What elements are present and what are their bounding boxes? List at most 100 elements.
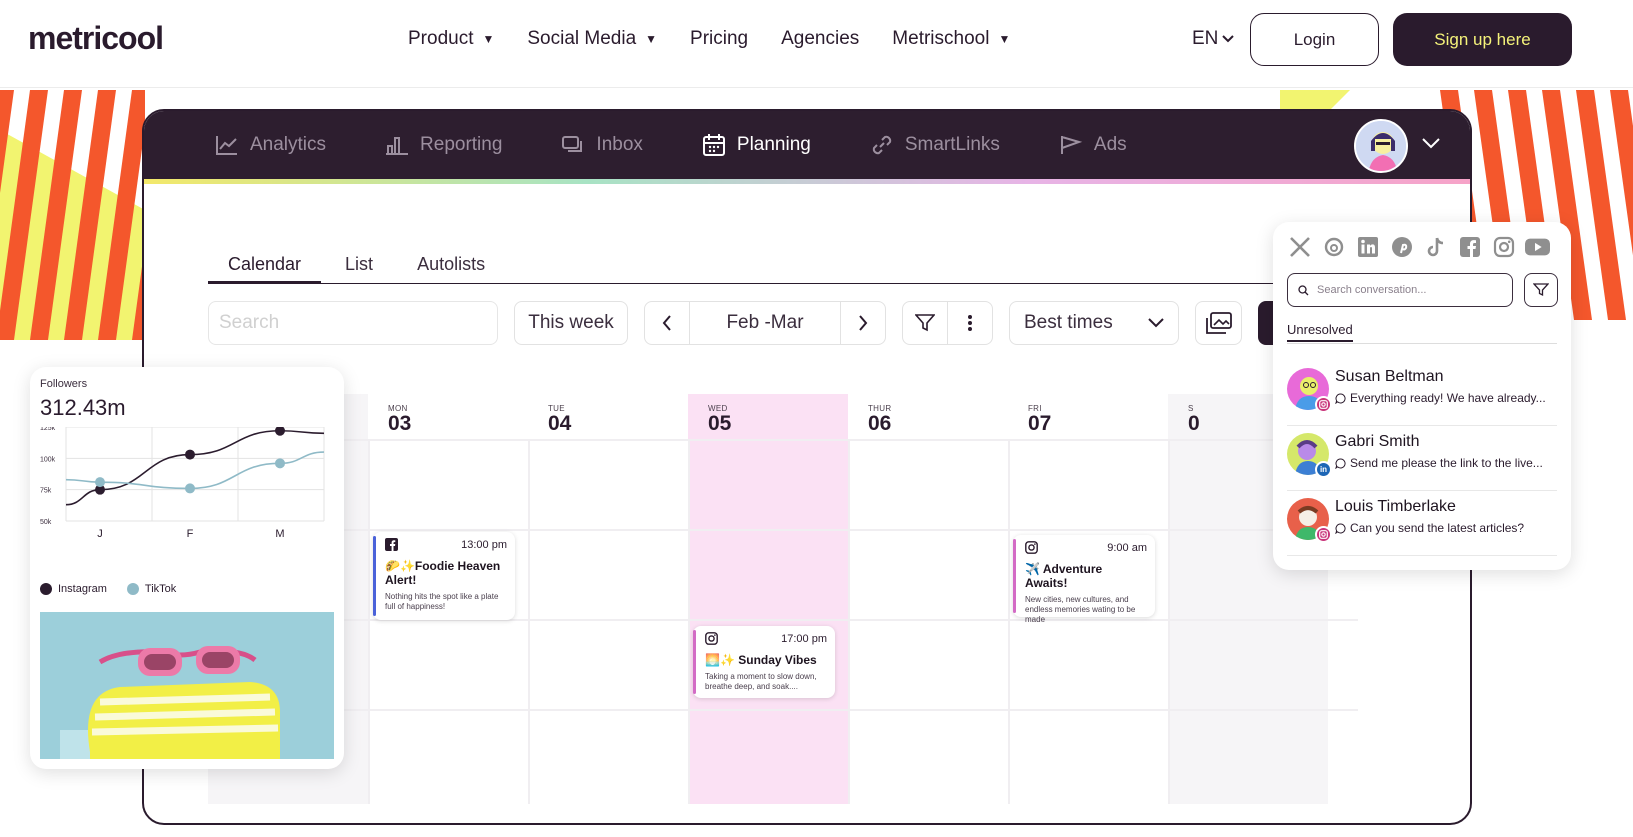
post-accent-bar: [373, 536, 376, 616]
conversation-name: Gabri Smith: [1335, 433, 1420, 450]
conversation-message: Can you send the latest articles?: [1335, 521, 1557, 535]
chat-bubble-icon: [1335, 392, 1346, 404]
metricool-logo[interactable]: metricool: [28, 20, 164, 57]
chart-legend: Instagram TikTok: [40, 583, 176, 595]
gradient-divider: [144, 179, 1470, 184]
tab-planning[interactable]: Planning: [701, 132, 811, 158]
y-tick-label: 125k: [40, 427, 56, 432]
instagram-icon: [1025, 541, 1038, 554]
x-tick-label: M: [275, 528, 284, 540]
instagram-icon[interactable]: [1491, 234, 1516, 259]
instagram-icon: [1315, 526, 1332, 543]
tiktok-icon[interactable]: [1423, 234, 1448, 259]
nav-agencies[interactable]: Agencies: [781, 28, 859, 50]
nav-social-media[interactable]: Social Media ▼: [527, 28, 657, 50]
tab-label: SmartLinks: [904, 134, 1000, 155]
user-avatar[interactable]: [1354, 119, 1408, 173]
signup-button[interactable]: Sign up here: [1393, 13, 1572, 66]
ads-icon: [1060, 136, 1083, 154]
conversation-item[interactable]: Louis Timberlake Can you send the latest…: [1287, 492, 1557, 556]
data-point-instagram: [185, 449, 195, 460]
analytics-icon: [216, 136, 237, 155]
facebook-icon[interactable]: [1457, 234, 1482, 259]
best-times-dropdown[interactable]: Best times: [1009, 301, 1179, 345]
tab-reporting[interactable]: Reporting: [384, 132, 502, 158]
day-date: 04: [548, 412, 572, 435]
scheduled-post-card[interactable]: 17:00 pm 🌅✨ Sunday Vibes Taking a moment…: [693, 626, 835, 698]
main-nav: Product ▼ Social Media ▼ Pricing Agencies …: [408, 28, 1043, 50]
login-button[interactable]: Login: [1250, 13, 1379, 66]
post-title: 🌮✨Foodie Heaven Alert!: [385, 559, 507, 587]
data-point-tiktok: [95, 477, 105, 488]
tab-label: Ads: [1093, 134, 1127, 155]
pinterest-icon[interactable]: [1389, 234, 1414, 259]
instagram-icon: [705, 632, 718, 645]
nav-product[interactable]: Product ▼: [408, 28, 494, 50]
chevron-right-icon[interactable]: [841, 301, 885, 345]
conversation-name: Louis Timberlake: [1335, 498, 1456, 515]
filter-icon[interactable]: [903, 301, 948, 345]
tab-ads[interactable]: Ads: [1058, 132, 1127, 158]
day-date: 05: [708, 412, 732, 435]
tab-unresolved[interactable]: Unresolved: [1287, 322, 1557, 344]
network-filter-row: [1287, 234, 1550, 259]
more-options-icon[interactable]: [948, 301, 993, 345]
post-time: 9:00 am: [1107, 541, 1147, 554]
chevron-left-icon[interactable]: [645, 301, 689, 345]
followers-card: Followers 312.43m 125k 100k 75k 50k J F M Inst…: [30, 367, 344, 769]
nav-pricing[interactable]: Pricing: [690, 28, 748, 50]
post-body: New cities, new cultures, and endless me…: [1025, 595, 1136, 624]
tab-inbox[interactable]: Inbox: [560, 132, 643, 158]
y-tick-label: 100k: [40, 456, 56, 463]
conversation-item[interactable]: in Gabri Smith Send me please the link t…: [1287, 427, 1557, 491]
date-range-label: Feb -Mar: [689, 301, 841, 345]
scheduled-post-card[interactable]: 13:00 pm 🌮✨Foodie Heaven Alert! Nothing …: [373, 532, 515, 620]
linkedin-icon: in: [1315, 461, 1332, 478]
legend-swatch: [40, 583, 52, 595]
chevron-down-icon[interactable]: [1422, 137, 1440, 149]
post-title: ✈️ Adventure Awaits!: [1025, 562, 1147, 590]
tab-calendar[interactable]: Calendar: [208, 254, 322, 284]
grid-line: [688, 439, 690, 804]
conversation-search-input[interactable]: Search conversation...: [1287, 273, 1513, 307]
search-input[interactable]: Search: [208, 301, 498, 345]
threads-icon[interactable]: [1321, 234, 1346, 259]
inbox-icon: [562, 136, 583, 152]
tab-smartlinks[interactable]: SmartLinks: [869, 132, 1000, 158]
linkedin-icon[interactable]: [1355, 234, 1380, 259]
post-header: 17:00 pm: [705, 632, 827, 645]
language-selector[interactable]: EN: [1192, 28, 1235, 50]
facebook-icon: [385, 538, 398, 551]
x-icon[interactable]: [1287, 234, 1312, 259]
scheduled-post-card[interactable]: 9:00 am ✈️ Adventure Awaits! New cities,…: [1013, 535, 1155, 624]
instagram-icon: [1315, 396, 1332, 413]
message-text: Send me please the link to the live...: [1350, 456, 1543, 470]
tab-autolists[interactable]: Autolists: [397, 254, 505, 284]
legend-label: Instagram: [58, 583, 107, 595]
conversation-filter-button[interactable]: [1524, 273, 1558, 307]
nav-metrischool[interactable]: Metrischool ▼: [892, 28, 1010, 50]
data-point-tiktok: [185, 483, 195, 494]
conversation-item[interactable]: Susan Beltman Everything ready! We have …: [1287, 362, 1557, 426]
post-title: 🌅✨ Sunday Vibes: [705, 653, 827, 667]
this-week-button[interactable]: This week: [514, 301, 628, 345]
day-date: 0: [1188, 412, 1200, 435]
nav-label: Product: [408, 28, 474, 49]
legend-item-tiktok: TikTok: [126, 583, 176, 595]
chat-bubble-icon: [1335, 522, 1346, 534]
smartlinks-icon: [872, 135, 892, 155]
media-gallery-button[interactable]: [1195, 301, 1242, 345]
tab-list[interactable]: List: [325, 254, 393, 284]
best-times-label: Best times: [1024, 312, 1113, 333]
post-title-text: Sunday Vibes: [738, 653, 817, 667]
y-tick-label: 50k: [40, 519, 52, 526]
tab-analytics[interactable]: Analytics: [214, 132, 326, 158]
post-header: 9:00 am: [1025, 541, 1147, 554]
post-photo-image: [40, 612, 334, 759]
series-line-instagram: [65, 429, 325, 506]
calendar-toolbar: Search This week Feb -Mar Best times: [208, 301, 1278, 345]
followers-value: 312.43m: [40, 395, 126, 420]
chevron-down-icon: [1148, 318, 1164, 328]
post-time: 17:00 pm: [781, 632, 827, 645]
youtube-icon[interactable]: [1525, 234, 1550, 259]
